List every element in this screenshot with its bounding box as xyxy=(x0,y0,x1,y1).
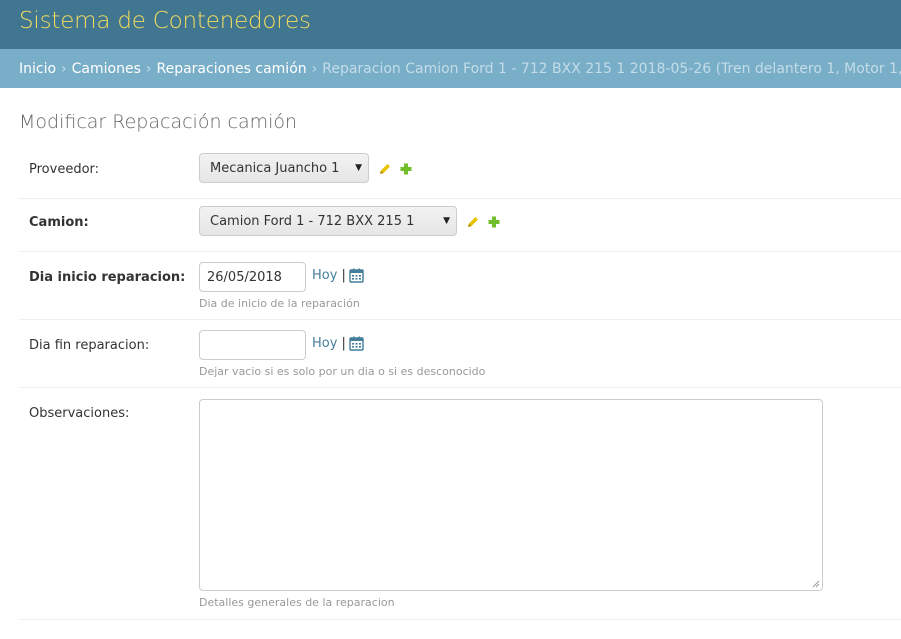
breadcrumb-separator: › xyxy=(145,60,152,77)
observaciones-help: Detalles generales de la reparacion xyxy=(199,596,395,609)
pencil-icon[interactable] xyxy=(466,215,480,229)
calendar-icon[interactable] xyxy=(349,336,364,351)
page-title: Modificar Repacación camión xyxy=(19,111,298,133)
form-row-dia-fin: Dia fin reparacion: Hoy | Dejar vacio si… xyxy=(19,320,901,388)
shortcut-separator: | xyxy=(341,268,346,283)
breadcrumb: Inicio › Camiones › Reparaciones camión … xyxy=(0,49,901,88)
pencil-icon[interactable] xyxy=(378,162,392,176)
dia-inicio-hoy-link[interactable]: Hoy xyxy=(312,268,337,283)
form-row-proveedor: Proveedor: Mecanica Juancho 1 ▼ xyxy=(19,146,901,199)
dia-inicio-shortcuts: Hoy | xyxy=(312,268,364,283)
observaciones-label: Observaciones: xyxy=(29,406,130,421)
camion-label: Camion: xyxy=(29,215,89,230)
dia-fin-hoy-link[interactable]: Hoy xyxy=(312,336,337,351)
form-row-camion: Camion: Camion Ford 1 - 712 BXX 215 1 ▼ xyxy=(19,199,901,252)
proveedor-select-value: Mecanica Juancho 1 xyxy=(210,160,340,176)
breadcrumb-camiones[interactable]: Camiones xyxy=(72,61,141,77)
caret-down-icon: ▼ xyxy=(443,216,450,226)
breadcrumb-separator: › xyxy=(61,60,67,77)
form-row-observaciones: Observaciones: Detalles generales de la … xyxy=(19,388,901,620)
dia-fin-input[interactable] xyxy=(199,330,306,360)
plus-icon[interactable] xyxy=(487,215,501,229)
calendar-icon[interactable] xyxy=(349,268,364,283)
shortcut-separator: | xyxy=(341,336,346,351)
resize-grip-icon[interactable] xyxy=(812,580,820,588)
camion-select-value: Camion Ford 1 - 712 BXX 215 1 xyxy=(210,213,415,229)
dia-inicio-label: Dia inicio reparacion: xyxy=(29,270,186,285)
observaciones-textarea[interactable] xyxy=(199,399,823,591)
form-row-dia-inicio: Dia inicio reparacion: 26/05/2018 Hoy | … xyxy=(19,252,901,320)
caret-down-icon: ▼ xyxy=(355,163,362,173)
proveedor-label: Proveedor: xyxy=(29,162,100,177)
breadcrumb-separator: › xyxy=(311,60,318,77)
dia-fin-shortcuts: Hoy | xyxy=(312,336,364,351)
breadcrumb-reparaciones[interactable]: Reparaciones camión xyxy=(157,61,307,77)
site-brand[interactable]: Sistema de Contenedores xyxy=(19,8,311,34)
camion-select[interactable]: Camion Ford 1 - 712 BXX 215 1 ▼ xyxy=(199,206,457,236)
proveedor-select[interactable]: Mecanica Juancho 1 ▼ xyxy=(199,153,369,183)
dia-inicio-input[interactable]: 26/05/2018 xyxy=(199,262,306,292)
header: Sistema de Contenedores xyxy=(0,0,901,49)
plus-icon[interactable] xyxy=(399,162,413,176)
breadcrumb-inicio[interactable]: Inicio xyxy=(19,61,56,77)
dia-fin-help: Dejar vacio si es solo por un dia o si e… xyxy=(199,365,486,378)
breadcrumb-current: Reparacion Camion Ford 1 - 712 BXX 215 1… xyxy=(322,60,901,77)
dia-fin-label: Dia fin reparacion: xyxy=(29,338,150,353)
content: Modificar Repacación camión Proveedor: M… xyxy=(0,88,901,620)
dia-inicio-help: Dia de inicio de la reparación xyxy=(199,297,360,310)
